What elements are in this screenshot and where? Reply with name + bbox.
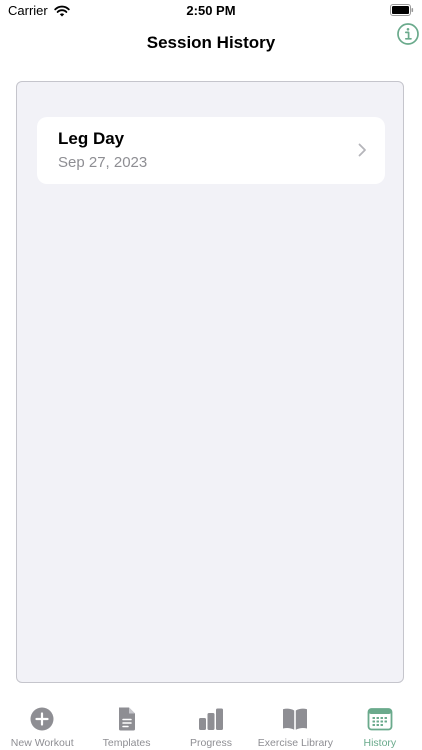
tab-templates[interactable]: Templates — [84, 700, 168, 750]
tab-exercise-library[interactable]: Exercise Library — [253, 700, 337, 750]
tab-label: Templates — [102, 737, 151, 749]
document-icon — [118, 707, 135, 731]
tab-label: Progress — [190, 737, 233, 749]
status-time: 2:50 PM — [186, 3, 236, 18]
tab-label: History — [363, 737, 397, 749]
calendar-icon — [367, 708, 393, 731]
battery-icon — [390, 4, 414, 16]
session-row[interactable]: Leg Day Sep 27, 2023 — [37, 117, 385, 184]
tab-progress[interactable]: Progress — [169, 700, 253, 750]
tab-label: New Workout — [10, 737, 74, 749]
bar-chart-icon — [199, 708, 224, 730]
chevron-right-icon — [358, 143, 366, 157]
tab-new-workout[interactable]: New Workout — [0, 700, 84, 750]
plus-circle-icon — [30, 707, 54, 731]
info-circle-icon[interactable] — [396, 22, 420, 46]
session-list: Leg Day Sep 27, 2023 — [16, 81, 404, 683]
status-bar: Carrier 2:50 PM — [0, 0, 422, 22]
tab-history[interactable]: History — [338, 700, 422, 750]
book-icon — [283, 708, 308, 730]
session-date: Sep 27, 2023 — [58, 154, 148, 171]
session-title: Leg Day — [58, 129, 125, 148]
page-title: Session History — [146, 33, 276, 52]
tab-label: Exercise Library — [257, 737, 334, 749]
tab-bar: New Workout Templates Progress Exercise … — [0, 700, 422, 750]
